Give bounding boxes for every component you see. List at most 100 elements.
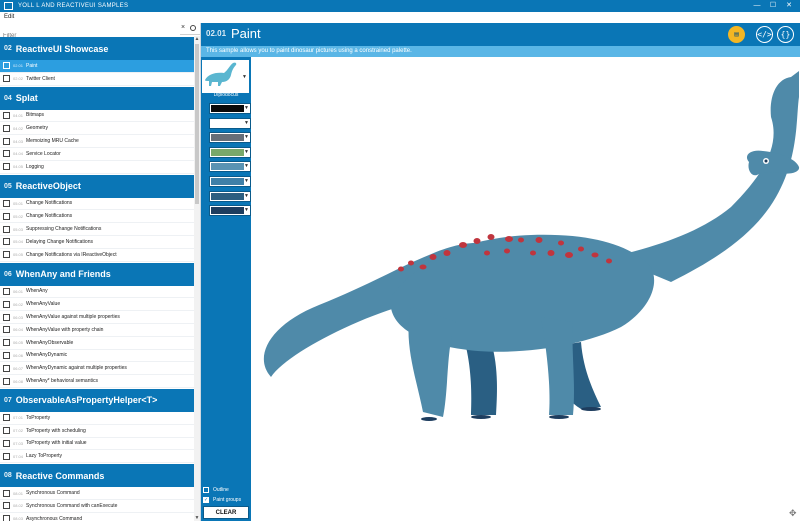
maximize-button[interactable]: ☐ (766, 0, 780, 12)
close-button[interactable]: ✕ (782, 0, 796, 12)
color-swatch[interactable]: ▼ (209, 176, 251, 187)
outline-option[interactable]: Outline (203, 485, 251, 494)
list-item[interactable]: 06.03 WhenAnyValue against multiple prope… (0, 311, 194, 324)
list-item[interactable]: 06.05 WhenAnyObservable (0, 337, 194, 350)
chevron-down-icon[interactable]: ▼ (244, 177, 249, 186)
list-item[interactable]: 06.07 WhenAnyDynamic against multiple pro… (0, 362, 194, 376)
item-checkbox[interactable] (3, 137, 10, 145)
dinosaur-selector[interactable]: ▼ (202, 60, 249, 93)
list-item[interactable]: 04.04 Service Locator (0, 148, 194, 161)
item-checkbox[interactable] (3, 287, 10, 295)
color-swatch[interactable]: ▼ (209, 190, 251, 202)
scrollbar-thumb[interactable] (195, 44, 199, 204)
section-title: Splat (15, 93, 38, 104)
item-checkbox[interactable] (3, 515, 10, 521)
sidebar-scrollbar[interactable]: ▲ ▼ (194, 36, 200, 521)
color-swatch[interactable]: ▼ (209, 103, 251, 114)
chevron-down-icon[interactable]: ▼ (244, 206, 249, 215)
item-checkbox[interactable] (3, 199, 10, 207)
item-checkbox[interactable] (3, 427, 10, 435)
diplodocus-drawing[interactable] (251, 57, 800, 521)
sample-description: This sample allows you to paint dinosaur… (201, 46, 800, 57)
item-checkbox[interactable] (3, 150, 10, 158)
list-item[interactable]: 07.03 ToProperty with initial value (0, 438, 194, 451)
list-item[interactable]: 08.03 Asynchronous Command (0, 513, 194, 521)
menu-edit[interactable]: Edit (4, 14, 14, 20)
list-item[interactable]: 04.03 Memoizing MRU Cache (0, 135, 194, 148)
item-checkbox[interactable] (3, 377, 10, 385)
color-swatch[interactable]: ▼ (209, 205, 251, 217)
item-code: 05.04 (13, 239, 24, 245)
list-item[interactable]: 04.05 Logging (0, 161, 194, 174)
clear-filter-icon[interactable]: × (181, 24, 185, 31)
color-swatch[interactable]: ▼ (209, 161, 251, 173)
scroll-up-icon[interactable]: ▲ (194, 36, 200, 42)
list-item[interactable]: 05.03 Suppressing Change Notifications (0, 223, 194, 236)
item-checkbox[interactable] (3, 251, 10, 259)
item-checkbox[interactable] (3, 351, 10, 359)
item-label: ToProperty with scheduling (26, 427, 86, 434)
item-checkbox[interactable] (3, 163, 10, 171)
item-checkbox[interactable] (3, 489, 10, 497)
list-item[interactable]: 04.02 Geometry (0, 122, 194, 136)
outline-checkbox[interactable] (203, 486, 209, 493)
item-checkbox[interactable] (3, 62, 10, 70)
list-item[interactable]: 06.08 WhenAny* behavioral semantics (0, 375, 194, 388)
color-swatch[interactable]: ▼ (209, 117, 251, 129)
paint-groups-checkbox[interactable]: ✓ (203, 496, 209, 503)
list-item[interactable]: 08.02 Synchronous Command with canExecute (0, 500, 194, 513)
item-checkbox[interactable] (3, 439, 10, 447)
list-item[interactable]: 05.01 Change Notifications (0, 198, 194, 211)
search-icon[interactable] (190, 25, 196, 31)
item-checkbox[interactable] (3, 364, 10, 372)
item-checkbox[interactable] (3, 124, 10, 132)
list-item[interactable]: 06.02 WhenAnyValue (0, 298, 194, 312)
chevron-down-icon[interactable]: ▼ (244, 104, 249, 113)
item-checkbox[interactable] (3, 111, 10, 119)
color-swatch[interactable]: ▼ (209, 146, 251, 158)
chevron-down-icon[interactable]: ▼ (244, 133, 249, 142)
item-checkbox[interactable] (3, 452, 10, 460)
item-checkbox[interactable] (3, 414, 10, 422)
item-checkbox[interactable] (3, 212, 10, 220)
chevron-down-icon[interactable]: ▼ (244, 192, 249, 201)
item-checkbox[interactable] (3, 339, 10, 347)
minimize-button[interactable]: — (750, 0, 764, 12)
chevron-down-icon[interactable]: ▼ (242, 74, 247, 80)
scroll-down-icon[interactable]: ▼ (194, 515, 200, 521)
chevron-down-icon[interactable]: ▼ (244, 119, 249, 128)
app-icon (4, 2, 13, 10)
list-item[interactable]: 05.02 Change Notifications (0, 210, 194, 224)
list-item[interactable]: 02.02 Twitter Client (0, 73, 194, 86)
item-checkbox[interactable] (3, 238, 10, 246)
list-item[interactable]: 07.04 Lazy ToProperty (0, 450, 194, 464)
code-icon[interactable]: </> (756, 26, 773, 43)
list-item[interactable]: 06.06 WhenAnyDynamic (0, 350, 194, 363)
color-swatch[interactable]: ▼ (209, 132, 251, 144)
list-item[interactable]: 04.01 Bitmaps (0, 110, 194, 123)
chevron-down-icon[interactable]: ▼ (244, 162, 249, 171)
item-checkbox[interactable] (3, 75, 10, 83)
paint-groups-option[interactable]: ✓ Paint groups (203, 495, 251, 504)
item-label: Change Notifications (26, 213, 73, 220)
paint-canvas[interactable] (251, 57, 800, 521)
list-item[interactable]: 07.02 ToProperty with scheduling (0, 425, 194, 438)
list-item[interactable]: 08.01 Synchronous Command (0, 487, 194, 500)
json-icon[interactable]: {} (777, 26, 794, 43)
list-item[interactable]: 07.01 ToProperty (0, 412, 194, 425)
item-checkbox[interactable] (3, 313, 10, 321)
item-checkbox[interactable] (3, 326, 10, 334)
list-item[interactable]: 02.01 Paint (0, 60, 194, 73)
list-item[interactable]: 05.04 Delaying Change Notifications (0, 236, 194, 249)
clear-button[interactable]: CLEAR (203, 506, 249, 519)
list-item[interactable]: 05.05 Change Notifications via IReactiveO… (0, 249, 194, 262)
item-checkbox[interactable] (3, 225, 10, 233)
list-item[interactable]: 06.04 WhenAnyValue with property chain (0, 324, 194, 337)
resize-grip-icon[interactable]: ✥ (789, 508, 797, 519)
item-code: 06.07 (13, 365, 24, 371)
list-item[interactable]: 06.01 WhenAny (0, 286, 194, 299)
item-checkbox[interactable] (3, 300, 10, 308)
item-checkbox[interactable] (3, 502, 10, 510)
book-icon[interactable]: ▤ (728, 26, 745, 43)
chevron-down-icon[interactable]: ▼ (244, 148, 249, 157)
